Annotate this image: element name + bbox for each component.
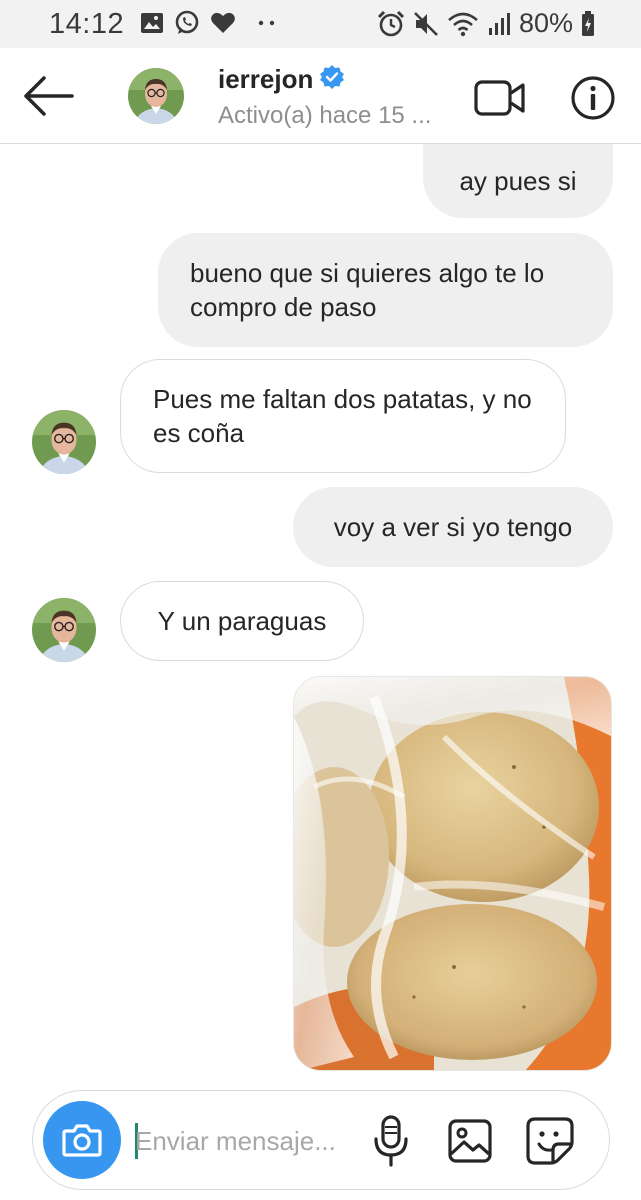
message-bubble-outgoing[interactable]: ay pues si bbox=[423, 144, 613, 218]
info-button[interactable] bbox=[570, 75, 616, 121]
message-text: ay pues si bbox=[459, 166, 577, 196]
voice-message-button[interactable] bbox=[371, 1115, 411, 1167]
mute-icon bbox=[413, 11, 439, 37]
message-input[interactable] bbox=[135, 1119, 365, 1163]
message-bubble-incoming[interactable]: Y un paraguas bbox=[120, 581, 364, 661]
sticker-button[interactable] bbox=[525, 1116, 575, 1166]
profile-photo-icon bbox=[32, 410, 96, 474]
gallery-icon bbox=[448, 1119, 492, 1163]
video-camera-icon bbox=[474, 80, 525, 116]
info-icon bbox=[571, 76, 615, 120]
battery-icon bbox=[581, 10, 595, 37]
header-username[interactable]: ierrejon bbox=[218, 64, 313, 95]
camera-button[interactable] bbox=[43, 1101, 121, 1179]
message-text: voy a ver si yo tengo bbox=[333, 512, 573, 542]
potatoes-photo bbox=[294, 677, 611, 1070]
sender-avatar[interactable] bbox=[32, 410, 96, 474]
message-text: bueno que si quieres algo te lo compro d… bbox=[190, 258, 545, 322]
message-text: Y un paraguas bbox=[157, 606, 327, 636]
wifi-icon bbox=[447, 11, 479, 37]
header-avatar[interactable] bbox=[128, 68, 184, 124]
back-arrow-icon bbox=[24, 76, 74, 116]
status-time: 14:12 bbox=[49, 8, 125, 40]
verified-badge-icon bbox=[319, 64, 345, 95]
activity-status: Activo(a) hace 15 ... bbox=[218, 102, 432, 129]
heart-icon bbox=[210, 11, 236, 35]
message-text: Pues me faltan dos patatas, y no es coña bbox=[153, 384, 532, 448]
message-bubble-incoming[interactable]: Pues me faltan dos patatas, y no es coña bbox=[120, 359, 566, 473]
microphone-icon bbox=[374, 1115, 408, 1167]
status-bar: 14:12 80% bbox=[0, 0, 641, 48]
sticker-icon bbox=[526, 1117, 574, 1165]
battery-percentage: 80% bbox=[518, 8, 573, 38]
message-bubble-outgoing[interactable]: voy a ver si yo tengo bbox=[293, 487, 613, 567]
profile-photo-icon bbox=[32, 598, 96, 662]
gallery-button[interactable] bbox=[447, 1118, 493, 1164]
sender-avatar[interactable] bbox=[32, 598, 96, 662]
video-call-button[interactable] bbox=[474, 78, 526, 118]
conversation-header: ierrejon Activo(a) hace 15 ... bbox=[0, 48, 641, 144]
image-icon bbox=[140, 12, 164, 34]
more-dots-icon bbox=[258, 19, 276, 27]
back-button[interactable] bbox=[22, 74, 74, 118]
alarm-icon bbox=[377, 10, 405, 38]
whatsapp-icon bbox=[174, 10, 200, 36]
signal-icon bbox=[487, 12, 511, 36]
camera-icon bbox=[62, 1124, 102, 1157]
message-composer bbox=[32, 1090, 610, 1190]
message-bubble-outgoing[interactable]: bueno que si quieres algo te lo compro d… bbox=[158, 233, 613, 347]
profile-photo-icon bbox=[128, 68, 184, 124]
photo-message[interactable] bbox=[293, 676, 612, 1071]
